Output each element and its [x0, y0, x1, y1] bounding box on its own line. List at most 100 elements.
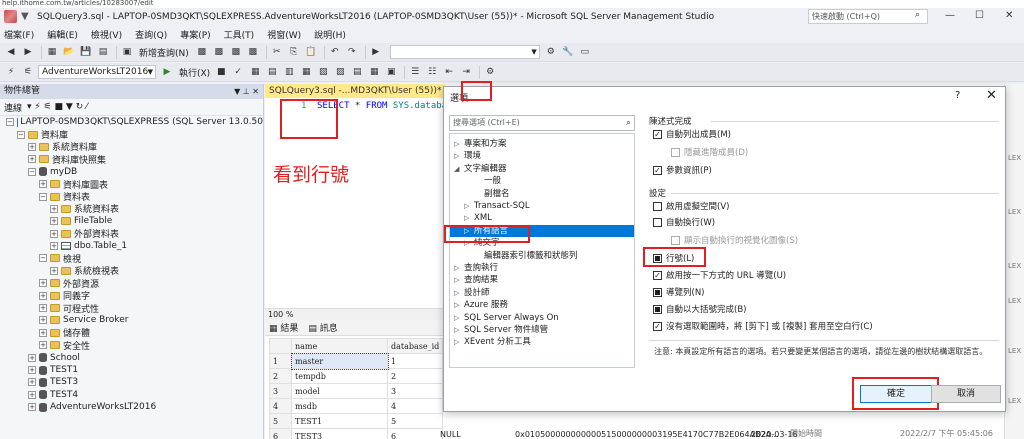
tree-node[interactable]: − 檢視: [0, 252, 263, 265]
table-cell[interactable]: tempdb: [291, 368, 388, 384]
table-cell[interactable]: master: [290, 352, 389, 370]
connect-dropdown[interactable]: 連線: [4, 101, 22, 114]
open-file-icon[interactable]: 📂: [62, 45, 76, 59]
expand-icon[interactable]: ▷: [454, 324, 464, 336]
option-virtual-space[interactable]: 啟用虛擬空間(V): [653, 200, 729, 212]
options-tree-item[interactable]: ▷ 設計師: [450, 287, 634, 299]
option-brace-completion[interactable]: 自動以大括號完成(B): [653, 303, 746, 315]
live-stats-icon[interactable]: ▧: [316, 65, 330, 79]
uncomment-icon[interactable]: ☷: [425, 65, 439, 79]
option-navigation-bar[interactable]: 導覽列(N): [653, 286, 705, 298]
option-auto-list-members[interactable]: 自動列出成員(M): [653, 128, 731, 140]
option-parameter-info[interactable]: 參數資訊(P): [653, 164, 712, 176]
results-file-icon[interactable]: ▣: [384, 65, 398, 79]
expand-icon[interactable]: +: [28, 403, 36, 412]
options-tree-item[interactable]: ▷ 查詢結果: [450, 274, 634, 286]
back-icon[interactable]: ◀: [4, 45, 18, 59]
option-single-click-url[interactable]: 啟用按一下方式的 URL 導覽(U): [653, 269, 786, 281]
disconnect-icon[interactable]: ⚟: [21, 65, 35, 79]
tree-node[interactable]: + Service Broker: [0, 314, 263, 326]
database-combo[interactable]: AdventureWorksLT2016 ▼: [38, 65, 156, 79]
expand-icon[interactable]: ▷: [454, 287, 464, 299]
estimated-plan-icon[interactable]: ▦: [248, 65, 262, 79]
save-icon[interactable]: 💾: [79, 45, 93, 59]
tree-node[interactable]: + FileTable: [0, 215, 263, 227]
menu-query[interactable]: 查詢(Q): [135, 28, 167, 41]
expand-icon[interactable]: +: [39, 328, 47, 337]
execute-icon[interactable]: ▶: [160, 65, 174, 79]
expand-icon[interactable]: +: [39, 180, 47, 189]
menu-project[interactable]: 專案(P): [180, 28, 210, 41]
debug-icon[interactable]: ▶: [369, 45, 383, 59]
tree-node[interactable]: + School: [0, 351, 263, 363]
tree-node[interactable]: + dbo.Table_1: [0, 240, 263, 252]
execute-button[interactable]: 執行(X): [179, 66, 210, 79]
filter-icon[interactable]: ▼: [21, 11, 33, 23]
expand-icon[interactable]: +: [50, 242, 58, 251]
column-header-name[interactable]: name: [291, 338, 388, 354]
xmla-icon[interactable]: ▩: [229, 45, 243, 59]
close-icon[interactable]: ✕: [986, 88, 997, 103]
table-cell[interactable]: 1: [386, 353, 444, 369]
menu-view[interactable]: 檢視(V): [91, 28, 122, 41]
expand-icon[interactable]: ▷: [454, 274, 464, 286]
code-line[interactable]: SELECT * FROM SYS.database: [317, 101, 458, 111]
tab-messages[interactable]: ▤ 訊息: [308, 321, 337, 334]
collapse-icon[interactable]: −: [39, 254, 47, 263]
collapse-icon[interactable]: −: [6, 118, 14, 127]
checkbox[interactable]: [653, 201, 662, 211]
collapse-icon[interactable]: ◢: [454, 163, 464, 175]
expand-icon[interactable]: ▷: [464, 212, 474, 224]
properties-icon[interactable]: ⚙: [544, 45, 558, 59]
tree-node[interactable]: + TEST3: [0, 376, 263, 388]
menu-file[interactable]: 檔案(F): [4, 28, 34, 41]
expand-icon[interactable]: +: [50, 229, 58, 238]
tree-node[interactable]: − LAPTOP-0SMD3QKT\SQLEXPRESS (SQL Server …: [0, 116, 263, 128]
table-cell[interactable]: 6: [386, 428, 444, 439]
tab-sqlquery3[interactable]: SQLQuery3.sql -...MD3QKT\User (55))*: [265, 84, 445, 98]
tree-node[interactable]: + 資料庫快照集: [0, 153, 263, 166]
dax-icon[interactable]: ▩: [246, 45, 260, 59]
wrench-icon[interactable]: 🔧: [561, 45, 575, 59]
tab-results[interactable]: ▦ 結果: [269, 321, 298, 334]
tree-node[interactable]: + 系統資料表: [0, 203, 263, 215]
expand-icon[interactable]: +: [28, 390, 36, 399]
tree-node[interactable]: − 資料庫: [0, 128, 263, 141]
options-tree-item[interactable]: ▷ 查詢執行: [450, 262, 634, 274]
stop-icon[interactable]: ■: [214, 65, 228, 79]
menu-help[interactable]: 說明(H): [314, 28, 346, 41]
expand-icon[interactable]: ▷: [454, 138, 464, 150]
expand-icon[interactable]: +: [50, 204, 58, 213]
forward-icon[interactable]: ▶: [21, 45, 35, 59]
table-cell[interactable]: 5: [386, 413, 444, 429]
expand-icon[interactable]: +: [39, 291, 47, 300]
tree-node[interactable]: + 儲存體: [0, 327, 263, 339]
new-query-icon[interactable]: ▣: [120, 45, 134, 59]
menu-edit[interactable]: 編輯(E): [47, 28, 78, 41]
expand-icon[interactable]: +: [28, 142, 36, 151]
options-tree-item[interactable]: 副檔名: [450, 188, 634, 200]
checkbox[interactable]: [671, 147, 680, 157]
checkbox[interactable]: [653, 217, 662, 227]
tree-node[interactable]: + 可程式性: [0, 302, 263, 315]
expand-icon[interactable]: +: [28, 155, 36, 164]
tree-node[interactable]: + TEST1: [0, 364, 263, 376]
table-cell[interactable]: msdb: [291, 398, 388, 414]
save-all-icon[interactable]: ▤: [96, 45, 110, 59]
tree-node[interactable]: + 系統檢視表: [0, 265, 263, 277]
collapse-icon[interactable]: −: [39, 192, 47, 201]
options-tree-item[interactable]: ▷ 環境: [450, 150, 634, 162]
options-tree-item[interactable]: ▷ SQL Server Always On: [450, 312, 634, 324]
expand-icon[interactable]: +: [39, 341, 47, 350]
search-icon[interactable]: ⌕: [915, 10, 920, 20]
outdent-icon[interactable]: ⇤: [442, 65, 456, 79]
table-row[interactable]: 1 master 1: [269, 352, 444, 370]
menu-tools[interactable]: 工具(T): [224, 28, 255, 41]
expand-icon[interactable]: +: [50, 217, 58, 226]
maximize-icon[interactable]: ☐: [975, 10, 984, 21]
table-row[interactable]: 5 TEST1 5: [269, 413, 444, 429]
table-row[interactable]: 2 tempdb 2: [269, 368, 444, 384]
options-tree-item[interactable]: ▷ Transact-SQL: [450, 200, 634, 212]
options-tree-item[interactable]: 一般: [450, 175, 634, 187]
expand-icon[interactable]: +: [39, 316, 47, 325]
